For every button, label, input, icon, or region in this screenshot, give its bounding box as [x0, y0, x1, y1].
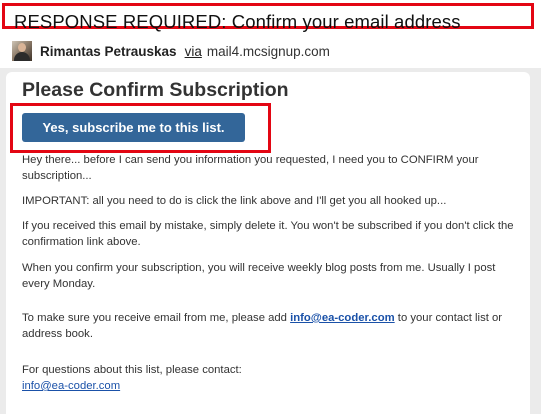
contact-email-link[interactable]: info@ea-coder.com — [290, 312, 395, 324]
important-paragraph: IMPORTANT: all you need to do is click t… — [22, 195, 447, 207]
contact-paragraph: To make sure you receive email from me, … — [22, 310, 522, 342]
sender-avatar[interactable] — [12, 41, 32, 61]
questions-text: For questions about this list, please co… — [22, 364, 242, 376]
subject-highlight-box: RESPONSE REQUIRED: Confirm your email ad… — [2, 3, 534, 32]
greeting-paragraph: Hey there... before I can send you infor… — [22, 154, 479, 182]
sender-domain: mail4.mcsignup.com — [206, 43, 330, 59]
questions-paragraph: For questions about this list, please co… — [22, 362, 522, 394]
mistake-paragraph: If you received this email by mistake, s… — [22, 220, 514, 248]
sender-name[interactable]: Rimantas Petrauskas — [40, 44, 177, 59]
sender-row: Rimantas Petrauskas via mail4.mcsignup.c… — [12, 40, 330, 62]
questions-email-link[interactable]: info@ea-coder.com — [22, 380, 120, 392]
via-link[interactable]: via — [185, 44, 202, 59]
weekly-paragraph: When you confirm your subscription, you … — [22, 262, 496, 290]
email-subject: RESPONSE REQUIRED: Confirm your email ad… — [14, 11, 461, 32]
email-heading: Please Confirm Subscription — [22, 79, 289, 101]
subscribe-button[interactable]: Yes, subscribe me to this list. — [22, 113, 245, 142]
contact-text-before: To make sure you receive email from me, … — [22, 312, 291, 324]
